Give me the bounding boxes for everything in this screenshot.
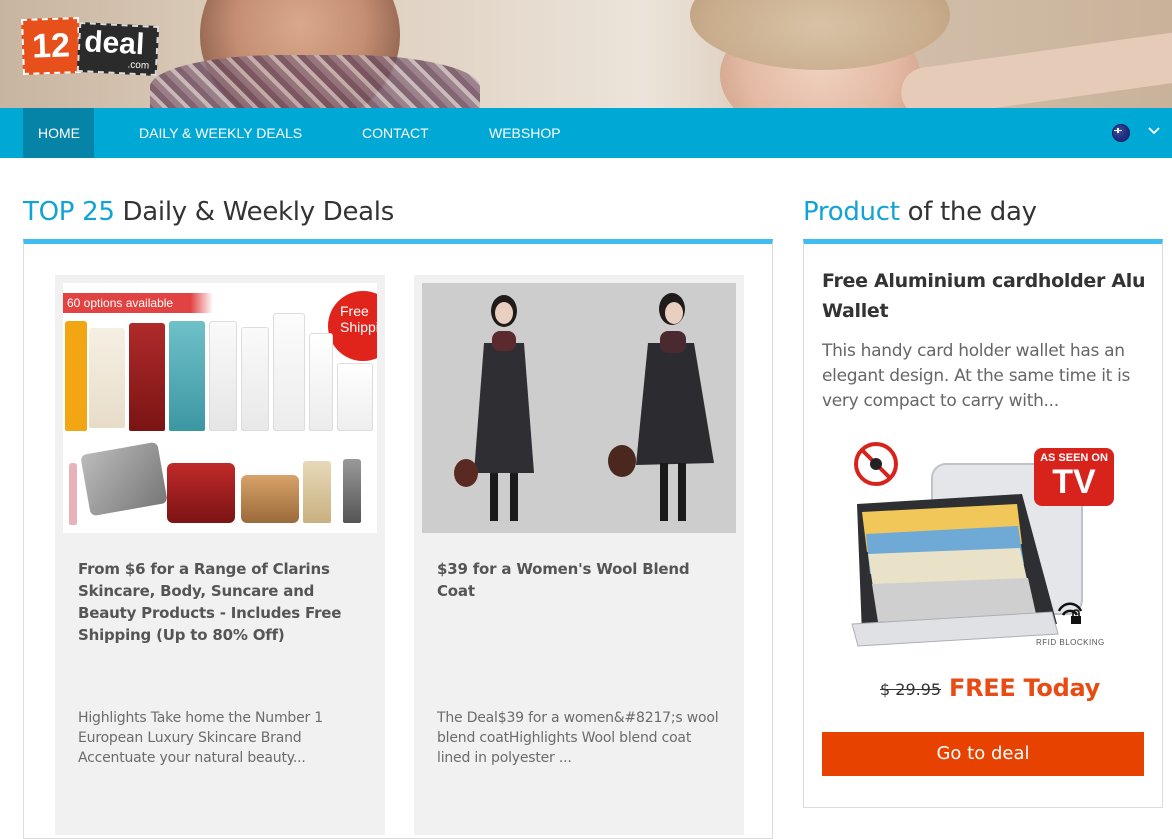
old-price: $ 29.95 — [880, 680, 942, 699]
logo-number: 12 — [21, 17, 81, 75]
main-navigation: HOME DAILY & WEEKLY DEALS CONTACT WEBSHO… — [0, 108, 1172, 158]
logo-word: deal .com — [76, 21, 160, 77]
go-to-deal-button[interactable]: Go to deal — [822, 732, 1144, 776]
nav-item-daily-weekly-deals[interactable]: DAILY & WEEKLY DEALS — [124, 108, 317, 158]
header-hero-banner: 12 deal .com — [0, 0, 1172, 108]
deal-description: Highlights Take home the Number 1 Europe… — [78, 710, 323, 766]
product-title[interactable]: Free Aluminium cardholder Alu Wallet — [822, 266, 1152, 326]
deal-card[interactable]: $39 for a Women's Wool Blend Coat The De… — [414, 275, 744, 835]
product-section-title: Product of the day — [803, 197, 1037, 227]
nav-item-contact[interactable]: CONTACT — [347, 108, 444, 158]
deal-image-coat[interactable] — [422, 283, 736, 533]
nav-item-webshop[interactable]: WEBSHOP — [474, 108, 576, 158]
deal-description: The Deal$39 for a women&#8217;s wool ble… — [437, 710, 719, 766]
australia-flag-icon — [1112, 124, 1130, 142]
deals-panel: 60 options available FreeShipping From $… — [23, 239, 773, 839]
deal-title[interactable]: $39 for a Women's Wool Blend Coat — [437, 558, 722, 602]
nav-item-home[interactable]: HOME — [23, 108, 94, 158]
product-image-wallet[interactable]: AS SEEN ON TV RFID BLOCKING — [822, 434, 1140, 659]
deal-title[interactable]: From $6 for a Range of Clarins Skincare,… — [78, 558, 363, 646]
deal-image-clarins[interactable]: 60 options available FreeShipping — [63, 283, 377, 533]
as-seen-on-tv-badge: AS SEEN ON TV — [1034, 448, 1114, 506]
free-shipping-badge: FreeShipping — [328, 291, 377, 361]
chevron-down-icon — [1148, 127, 1160, 135]
new-price: FREE Today — [949, 674, 1100, 702]
product-description: This handy card holder wallet has an ele… — [822, 341, 1131, 411]
options-ribbon: 60 options available — [63, 293, 214, 313]
language-selector[interactable] — [1112, 108, 1172, 158]
rfid-wifi-lock-icon — [1057, 602, 1083, 624]
product-of-the-day-panel: Free Aluminium cardholder Alu Wallet Thi… — [803, 239, 1163, 808]
deal-card[interactable]: 60 options available FreeShipping From $… — [55, 275, 385, 835]
deals-section-title: TOP 25 Daily & Weekly Deals — [23, 197, 394, 227]
rfid-label: RFID BLOCKING — [1036, 638, 1105, 647]
site-logo[interactable]: 12 deal .com — [21, 17, 160, 77]
